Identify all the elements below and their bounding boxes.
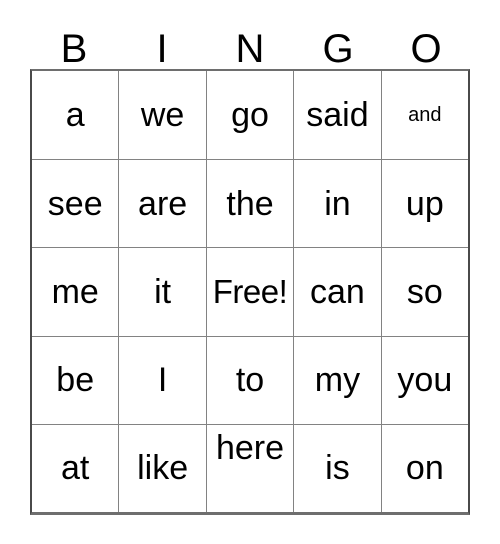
bingo-cell-text: me — [51, 272, 99, 311]
bingo-free-cell[interactable]: Free! — [205, 248, 293, 336]
bingo-cell-text: go — [231, 96, 269, 135]
bingo-cell[interactable]: be — [32, 337, 118, 424]
bingo-cell-text: is — [325, 449, 350, 488]
bingo-cell-text: can — [310, 272, 365, 311]
header-letter-text: I — [156, 27, 168, 71]
bingo-cell-text: I — [157, 361, 168, 400]
bingo-cell[interactable]: go — [205, 71, 293, 160]
bingo-header-letter-n: N — [206, 20, 294, 69]
bingo-cell[interactable]: you — [380, 336, 468, 424]
bingo-cell-text: on — [405, 449, 444, 488]
bingo-cell[interactable]: we — [118, 71, 205, 160]
bingo-cell[interactable]: are — [118, 160, 205, 248]
header-letter-text: O — [410, 27, 442, 71]
bingo-cell-text: up — [405, 184, 444, 223]
bingo-cell-text: to — [235, 361, 265, 400]
bingo-cell[interactable]: up — [380, 160, 468, 248]
bingo-cell[interactable]: I — [118, 336, 205, 424]
bingo-header-letter-g: G — [294, 20, 382, 69]
bingo-cell[interactable]: so — [380, 248, 468, 336]
bingo-cell[interactable]: it — [118, 248, 205, 336]
bingo-grid: a we go said and see are the in up me it… — [30, 69, 470, 515]
bingo-cell[interactable]: the — [205, 160, 293, 248]
bingo-cell-text: like — [137, 449, 189, 488]
bingo-row: a we go said and — [32, 71, 468, 160]
bingo-cell-text: are — [138, 184, 188, 223]
bingo-cell-text: see — [47, 184, 103, 223]
bingo-cell[interactable]: to — [205, 336, 293, 424]
bingo-cell[interactable]: a — [32, 71, 118, 159]
bingo-cell-text: you — [397, 361, 453, 400]
bingo-cell-text: be — [56, 361, 95, 400]
bingo-header-letter-i: I — [118, 20, 206, 69]
bingo-header-letter-b: B — [30, 20, 118, 69]
bingo-header-letter-o: O — [382, 20, 470, 69]
bingo-cell[interactable]: said — [293, 71, 380, 160]
bingo-cell[interactable]: at — [32, 425, 118, 512]
bingo-cell[interactable]: can — [293, 248, 380, 336]
header-letter-text: B — [60, 27, 88, 71]
bingo-cell-text: the — [226, 184, 274, 223]
bingo-cell-text: Free! — [212, 272, 288, 310]
bingo-row: me it Free! can so — [32, 247, 468, 336]
header-letter-text: N — [235, 27, 265, 71]
bingo-cell[interactable]: on — [380, 424, 468, 512]
bingo-cell[interactable]: my — [293, 336, 380, 424]
bingo-cell[interactable]: in — [293, 160, 380, 248]
bingo-cell[interactable]: is — [293, 424, 380, 512]
bingo-cell-text: it — [154, 272, 172, 311]
bingo-cell-text: said — [306, 96, 369, 135]
bingo-cell[interactable]: see — [32, 160, 118, 247]
bingo-card: B I N G O a we go said and see are the i… — [0, 0, 500, 544]
bingo-cell-text: in — [324, 184, 351, 223]
bingo-cell[interactable]: here — [205, 424, 293, 512]
header-letter-text: G — [322, 27, 354, 71]
bingo-cell[interactable]: and — [380, 71, 468, 160]
bingo-cell-text: at — [61, 449, 90, 488]
bingo-row: at like here is on — [32, 423, 468, 512]
bingo-cell-text: a — [65, 96, 85, 135]
bingo-header-row: B I N G O — [30, 20, 470, 69]
bingo-cell[interactable]: me — [32, 248, 118, 335]
bingo-row: see are the in up — [32, 159, 468, 248]
bingo-row: be I to my you — [32, 335, 468, 424]
bingo-cell-text: so — [406, 272, 443, 311]
bingo-cell-text: my — [314, 361, 361, 400]
bingo-cell[interactable]: like — [118, 424, 205, 512]
bingo-cell-text: and — [408, 104, 442, 127]
bingo-cell-text: here — [215, 428, 285, 467]
bingo-cell-text: we — [140, 96, 185, 135]
